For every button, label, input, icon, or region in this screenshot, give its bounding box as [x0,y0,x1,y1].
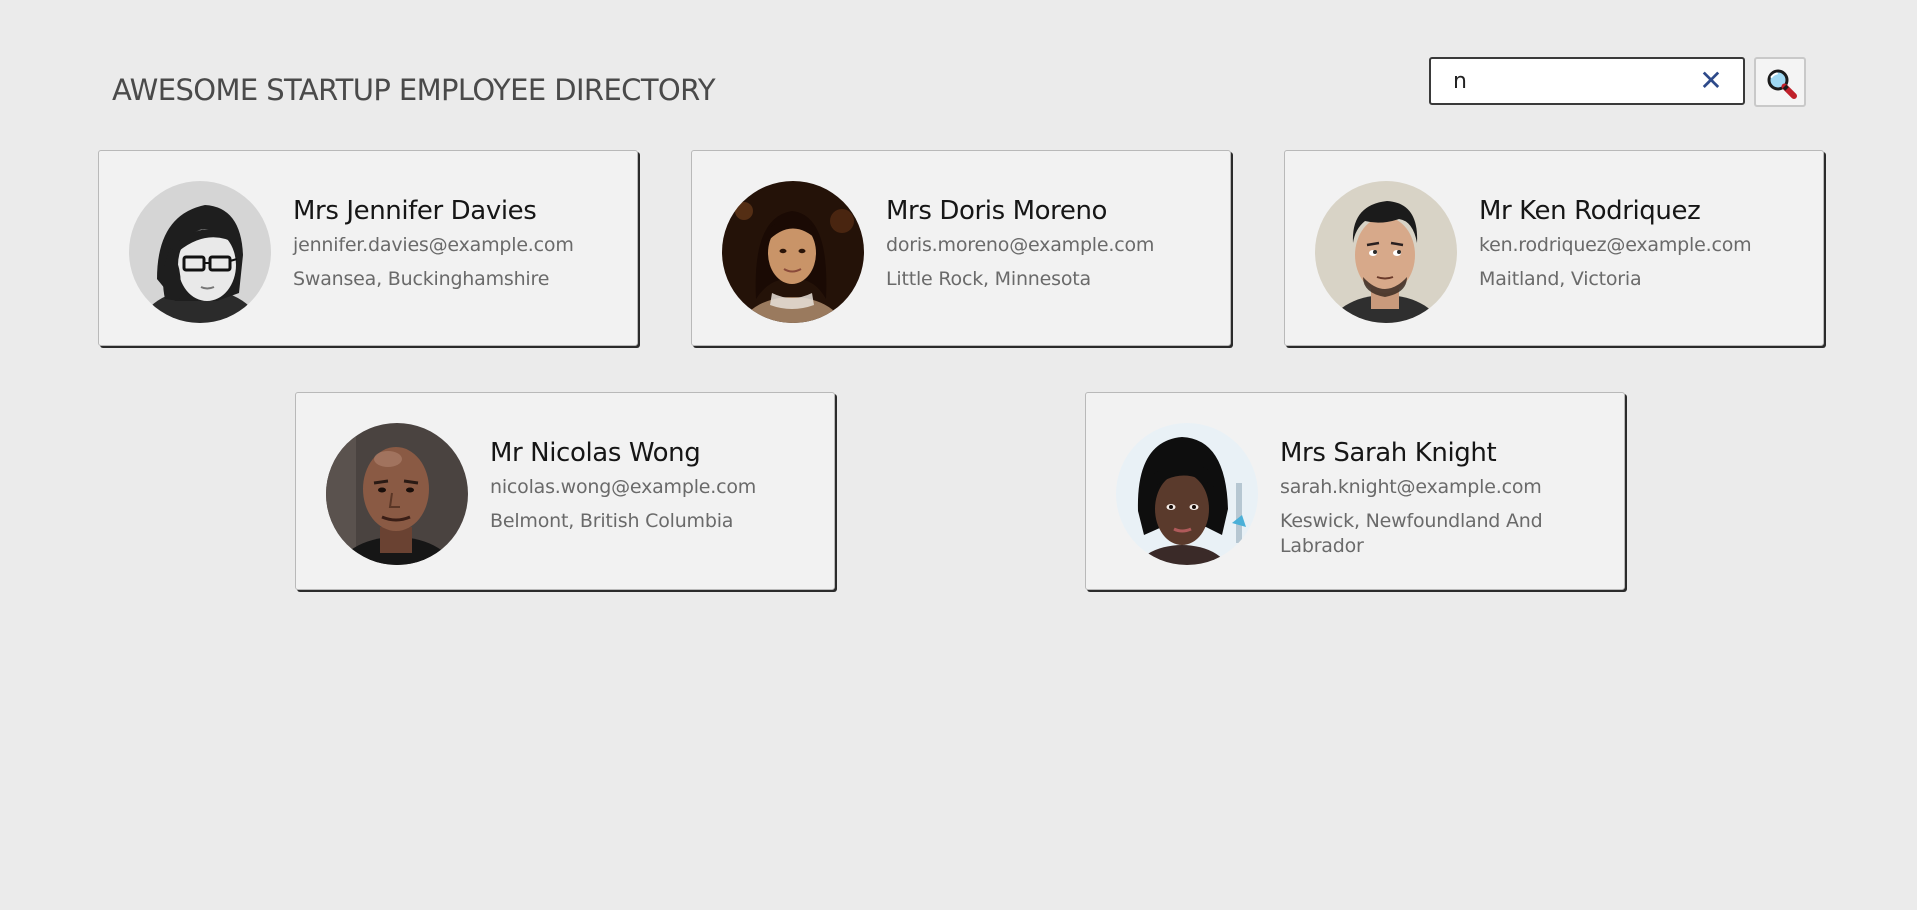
avatar [1315,181,1457,323]
employee-location: Keswick, Newfoundland And Labrador [1280,510,1543,557]
avatar [1116,423,1258,565]
employee-email: nicolas.wong@example.com [490,476,757,498]
employee-location: Belmont, British Columbia [490,510,734,532]
employee-location: Swansea, Buckinghamshire [293,268,550,290]
close-icon[interactable]: ✕ [1697,65,1725,97]
employee-card[interactable]: Mrs Doris Moreno doris.moreno@example.co… [691,150,1231,346]
avatar [129,181,271,323]
employee-card[interactable]: Mr Ken Rodriquez ken.rodriquez@example.c… [1284,150,1824,346]
search-box: ✕ [1429,57,1745,105]
employee-card[interactable]: Mrs Jennifer Davies jennifer.davies@exam… [98,150,638,346]
search-button[interactable] [1754,57,1806,107]
search-input[interactable] [1453,67,1683,95]
avatar [722,181,864,323]
employee-email: doris.moreno@example.com [886,234,1155,256]
employee-name: Mr Nicolas Wong [490,438,701,468]
employee-location: Little Rock, Minnesota [886,268,1091,290]
employee-card[interactable]: Mr Nicolas Wong nicolas.wong@example.com… [295,392,835,590]
employee-name: Mrs Sarah Knight [1280,438,1497,468]
employee-email: ken.rodriquez@example.com [1479,234,1752,256]
employee-card[interactable]: Mrs Sarah Knight sarah.knight@example.co… [1085,392,1625,590]
employee-email: jennifer.davies@example.com [293,234,574,256]
avatar [326,423,468,565]
magnifier-icon [1767,69,1797,99]
employee-location: Maitland, Victoria [1479,268,1642,290]
employee-email: sarah.knight@example.com [1280,476,1542,498]
employee-name: Mr Ken Rodriquez [1479,196,1701,226]
employee-name: Mrs Doris Moreno [886,196,1108,226]
employee-name: Mrs Jennifer Davies [293,196,537,226]
page-title: AWESOME STARTUP EMPLOYEE DIRECTORY [112,73,716,107]
